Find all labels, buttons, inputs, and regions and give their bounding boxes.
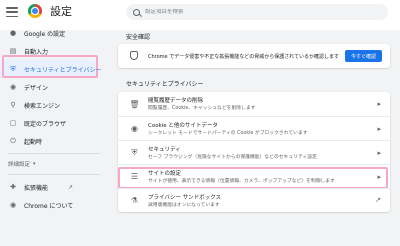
chrome-icon: ◉ [9, 201, 17, 209]
chevron-down-icon: ▾ [33, 161, 36, 167]
chevron-right-icon: ▸ [377, 173, 381, 181]
row-title: プライバシー サンドボックス [148, 195, 221, 201]
privacy-sandbox-row[interactable]: ⚗ プライバシー サンドボックス 試用版機能はオンになっています ↗ [118, 188, 390, 212]
sidebar-item-search-engine[interactable]: ⚲ 検索エンジン [0, 96, 110, 114]
safety-check-title: 安全確認 [126, 33, 151, 41]
chrome-logo-icon [28, 4, 42, 18]
main-content: 安全確認 Chrome でデータ侵害や不正な拡張機能などの脅威から保護されている… [118, 30, 390, 212]
sidebar-item-google[interactable]: ● Google の設定 [0, 24, 110, 42]
row-subtitle: シークレット モードでサードパーティの Cookie がブロックされています [148, 131, 308, 136]
row-title: Cookie と他のサイトデータ [148, 123, 218, 129]
cookie-icon: ◉ [131, 124, 138, 133]
search-field[interactable] [126, 4, 388, 20]
security-row[interactable]: ⛨ セキュリティ セーフ ブラウジング（危険なサイトからの保護機能）などのセキュ… [118, 140, 390, 164]
sidebar-item-label: 自動入力 [24, 48, 49, 56]
row-title: セキュリティ [148, 147, 181, 153]
sidebar-item-label: セキュリティとプライバシー [24, 66, 102, 74]
row-subtitle: セーフ ブラウジング（危険なサイトからの保護機能）などのセキュリティ設定 [148, 155, 317, 160]
external-link-icon: ↗ [375, 196, 381, 204]
person-icon: ● [9, 29, 17, 37]
flask-icon: ⚗ [130, 196, 139, 205]
sidebar-item-security[interactable]: ⛨ セキュリティとプライバシー [0, 60, 110, 78]
search-input[interactable] [145, 9, 345, 15]
shield-icon: ⛨ [10, 64, 16, 73]
autofill-icon: ▤ [9, 47, 17, 55]
row-subtitle: 試用版機能はオンになっています [148, 203, 220, 208]
row-subtitle: 閲覧履歴、Cookie、キャッシュなどを削除します [148, 106, 256, 111]
safety-check-description: Chrome でデータ侵害や不正な拡張機能などの脅威から保護されているか確認しま… [148, 53, 340, 60]
site-settings-row[interactable]: ☰ サイトの設定 サイトが使用、表示できる情報（位置情報、カメラ、ポップアップな… [118, 164, 390, 189]
search-icon [133, 8, 140, 16]
safety-check-card: Chrome でデータ侵害や不正な拡張機能などの脅威から保護されているか確認しま… [118, 44, 390, 68]
sidebar-item-default-browser[interactable]: ▢ 既定のブラウザ [0, 114, 110, 132]
sidebar-item-appearance[interactable]: ◉ デザイン [0, 78, 110, 96]
search-icon: ⚲ [10, 101, 16, 109]
sidebar-item-label: 拡張機能 [24, 184, 49, 192]
row-title: 閲覧履歴データの削除 [148, 98, 204, 104]
clear-browsing-data-row[interactable]: 🗑 閲覧履歴データの削除 閲覧履歴、Cookie、キャッシュなどを削除します ▸ [118, 92, 390, 116]
sidebar-item-label: Google の設定 [24, 30, 66, 38]
privacy-section-title: セキュリティとプライバシー [126, 80, 204, 88]
row-subtitle: サイトが使用、表示できる情報（位置情報、カメラ、ポップアップなど）を制御します [148, 179, 335, 184]
sidebar: ● Google の設定 ▤ 自動入力 ⛨ セキュリティとプライバシー ◉ デザ… [0, 24, 110, 214]
check-now-button[interactable]: 今すぐ確認 [344, 50, 382, 62]
sidebar-item-label: Chrome について [24, 202, 74, 210]
external-link-icon: ↗ [68, 183, 74, 191]
chevron-right-icon: ▸ [377, 125, 381, 133]
chevron-right-icon: ▸ [377, 100, 381, 108]
chevron-right-icon: ▸ [377, 149, 381, 157]
advanced-label: 詳細設定 [8, 162, 31, 168]
sidebar-item-autofill[interactable]: ▤ 自動入力 [0, 42, 110, 60]
shield-icon [130, 51, 138, 60]
cookies-row[interactable]: ◉ Cookie と他のサイトデータ シークレット モードでサードパーティの C… [118, 116, 390, 140]
divider [8, 153, 100, 154]
sidebar-item-about[interactable]: ◉ Chrome について [0, 196, 110, 214]
privacy-card: 🗑 閲覧履歴データの削除 閲覧履歴、Cookie、キャッシュなどを削除します ▸… [118, 92, 390, 212]
puzzle-icon: ✚ [10, 183, 16, 191]
row-title: サイトの設定 [148, 171, 182, 177]
trash-icon: 🗑 [129, 99, 140, 109]
page-title: 設定 [50, 5, 72, 18]
sidebar-item-label: 既定のブラウザ [24, 120, 67, 128]
divider [8, 174, 100, 175]
power-icon: ⏻ [10, 136, 16, 145]
sidebar-item-label: 起動時 [24, 138, 43, 146]
sliders-icon: ☰ [130, 172, 139, 181]
palette-icon: ◉ [9, 83, 17, 91]
shield-icon: ⛨ [131, 147, 138, 157]
sidebar-item-on-startup[interactable]: ⏻ 起動時 [0, 132, 110, 150]
sidebar-item-label: 検索エンジン [24, 102, 61, 110]
menu-icon[interactable] [6, 6, 18, 18]
sidebar-item-extensions[interactable]: ✚ 拡張機能 ↗ [0, 178, 110, 196]
sidebar-item-label: デザイン [24, 84, 49, 92]
advanced-toggle[interactable]: 詳細設定 ▾ [0, 157, 110, 171]
browser-icon: ▢ [9, 119, 17, 127]
